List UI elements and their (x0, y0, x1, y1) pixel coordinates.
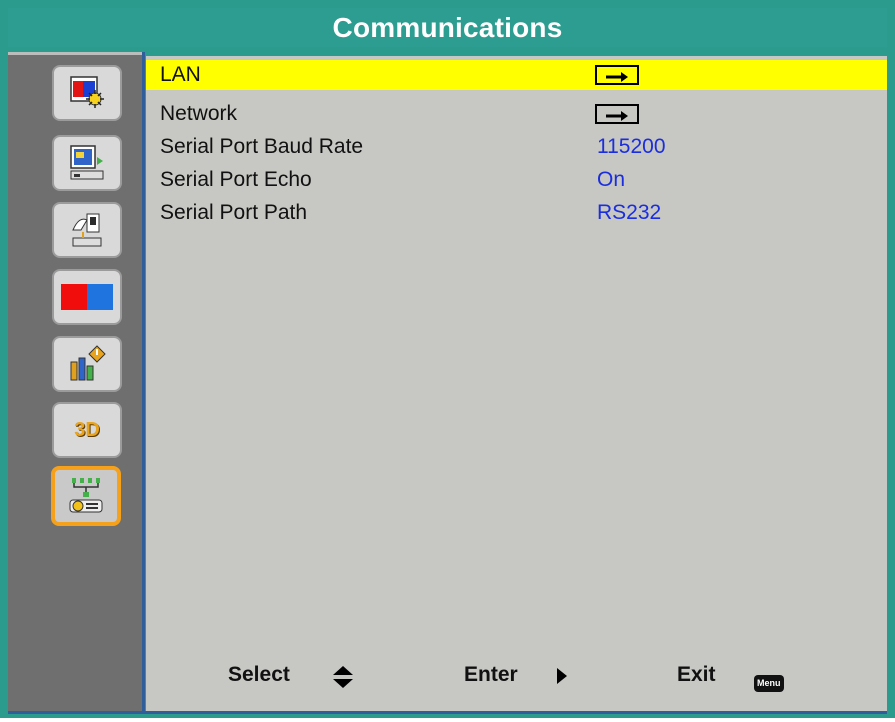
menu-item-lan[interactable]: LAN (146, 60, 887, 90)
communications-icon (69, 478, 103, 513)
osd-window: Communications 3D LAN Network Serial Por… (0, 0, 895, 718)
picture-settings-icon (70, 76, 104, 108)
setup-icon (72, 213, 102, 247)
enter-hint-label: Enter (464, 663, 518, 686)
menu-item-serial-path[interactable]: Serial Port Path RS232 (146, 198, 887, 228)
menu-item-serial-echo[interactable]: Serial Port Echo On (146, 165, 887, 195)
3d-icon: 3D (74, 418, 100, 441)
menu-item-network[interactable]: Network (146, 99, 887, 129)
menu-item-label: LAN (160, 63, 201, 86)
sidebar-item-3d[interactable]: 3D (52, 402, 122, 458)
menu-item-label: Serial Port Baud Rate (160, 135, 364, 158)
menu-item-label: Serial Port Path (160, 201, 308, 224)
sidebar-item-communications[interactable] (51, 466, 121, 526)
select-hint-label: Select (228, 663, 290, 686)
menu-item-label: Serial Port Echo (160, 168, 312, 191)
sidebar-item-information[interactable] (52, 336, 122, 392)
footer-hints: Select Enter Exit Menu (146, 653, 887, 703)
up-down-icon (332, 665, 354, 695)
submenu-arrow-icon (595, 65, 639, 85)
right-arrow-icon (556, 667, 568, 691)
sidebar-divider (142, 52, 145, 711)
information-icon (70, 345, 106, 381)
menu-item-label: Network (160, 102, 238, 125)
submenu-arrow-icon (595, 104, 639, 124)
menu-item-serial-baud-rate[interactable]: Serial Port Baud Rate 115200 (146, 132, 887, 162)
menu-item-value: 115200 (597, 135, 666, 158)
menu-panel: LAN Network Serial Port Baud Rate 115200… (146, 56, 887, 711)
sidebar-item-display[interactable] (52, 135, 122, 191)
sidebar-item-color[interactable] (52, 269, 122, 325)
bottom-divider (8, 711, 887, 714)
sidebar: 3D (8, 52, 144, 711)
sidebar-item-setup[interactable] (52, 202, 122, 258)
menu-item-value: On (597, 168, 626, 191)
color-settings-icon (61, 284, 113, 310)
menu-item-value: RS232 (597, 201, 662, 224)
sidebar-item-picture[interactable] (52, 65, 122, 121)
exit-hint-label: Exit (677, 663, 716, 686)
page-title: Communications (8, 8, 887, 47)
display-settings-icon (70, 145, 104, 180)
